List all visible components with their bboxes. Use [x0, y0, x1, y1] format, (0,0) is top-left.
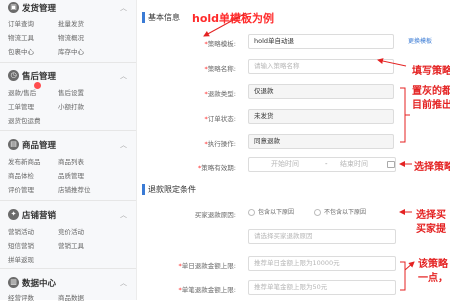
annotation-choose-time: 选择策略 — [414, 162, 450, 173]
annotation-bracket — [400, 87, 406, 143]
annotation-arrow — [377, 58, 407, 67]
annotation-arrow — [203, 12, 247, 37]
annotation-bracket — [400, 261, 406, 291]
annotation-fill-name: 填写策略 — [412, 66, 450, 77]
annotation-arrows — [203, 12, 415, 291]
annotation-amount-line2: 一点， — [418, 273, 448, 284]
annotation-buyer-line2: 买家提 — [416, 224, 446, 235]
annotation-greyed-line2: 目前推出 — [412, 100, 450, 111]
annotation-greyed-line1: 置灰的都 — [412, 86, 450, 97]
annotation-buyer-line1: 选择买 — [416, 210, 446, 221]
annotation-arrow — [404, 261, 415, 271]
annotation-amount-line1: 该策略 — [418, 259, 448, 270]
